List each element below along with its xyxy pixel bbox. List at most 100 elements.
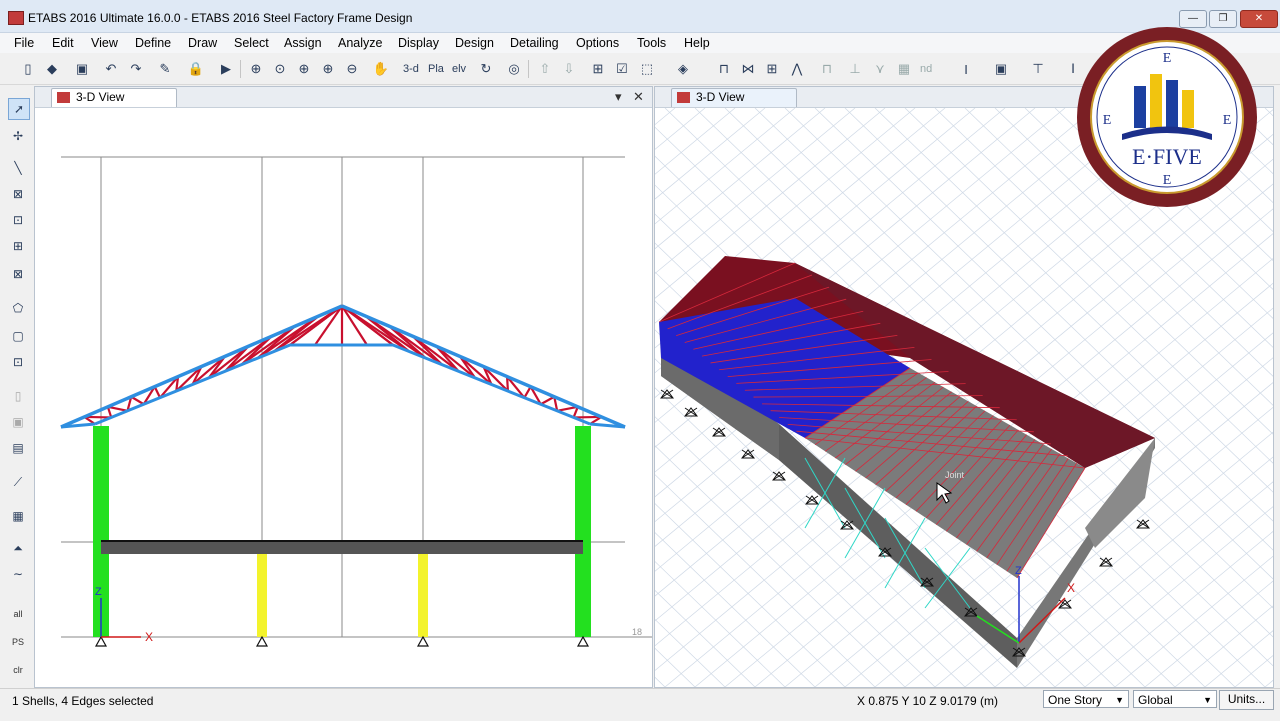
draw-area-icon[interactable]: ⊡ — [8, 352, 28, 372]
extrude-icon[interactable]: ◈ — [673, 59, 693, 79]
menu-select[interactable]: Select — [234, 36, 269, 50]
draw-grid-beam-icon[interactable]: ⊞ — [8, 236, 28, 256]
support-2 — [255, 635, 269, 647]
draw-brace-icon[interactable]: ⊠ — [8, 264, 28, 284]
pane-dropdown-icon[interactable]: ▾ — [615, 89, 622, 105]
draw-beam-icon[interactable]: ⊠ — [8, 184, 28, 204]
joint-tooltip: Joint — [945, 470, 965, 480]
window-title: ETABS 2016 Ultimate 16.0.0 - ETABS 2016 … — [28, 11, 413, 25]
lock-icon[interactable]: 🔒 — [186, 59, 206, 79]
pin-support-icon — [1099, 557, 1113, 567]
menu-analyze[interactable]: Analyze — [338, 36, 382, 50]
support-icon[interactable]: ⊥ — [845, 59, 865, 79]
deck-icon[interactable]: ▣ — [991, 59, 1011, 79]
pencil-icon[interactable]: ✎ — [155, 59, 175, 79]
tab-left-3d-view[interactable]: 3-D View — [51, 88, 177, 107]
pin-support-icon — [1136, 519, 1150, 529]
zoom-previous-icon[interactable]: ⊙ — [270, 59, 290, 79]
object-shrink-icon[interactable]: ⊞ — [588, 59, 608, 79]
elevation-view-button[interactable]: elv — [452, 59, 466, 79]
menu-design[interactable]: Design — [455, 36, 494, 50]
draw-wave-icon[interactable]: ∼ — [8, 564, 28, 584]
zoom-out-icon[interactable]: ⊖ — [342, 59, 362, 79]
grid-line — [1264, 108, 1273, 117]
menu-define[interactable]: Define — [135, 36, 171, 50]
wall-icon[interactable]: ⊓ — [817, 59, 837, 79]
menu-file[interactable]: File — [14, 36, 34, 50]
pointer-icon[interactable]: ➚ — [8, 98, 30, 120]
interior-column-2 — [418, 554, 428, 637]
view-3d-button[interactable]: 3-d — [403, 59, 419, 79]
new-model-icon[interactable]: ▯ — [18, 59, 38, 79]
menu-assign[interactable]: Assign — [284, 36, 322, 50]
set-display-options-icon[interactable]: ☑ — [612, 59, 632, 79]
clear-selection-button[interactable]: clr — [8, 660, 28, 680]
select-all-button[interactable]: all — [8, 604, 28, 624]
frame-grid-icon[interactable]: ⊞ — [762, 59, 782, 79]
story-select[interactable]: One Story ▼ — [1043, 690, 1129, 708]
draw-link-icon[interactable]: ⟋ — [8, 472, 28, 492]
section-icon[interactable]: I — [956, 59, 976, 79]
draw-column-icon[interactable]: ⊡ — [8, 210, 28, 230]
previous-selection-button[interactable]: PS — [8, 632, 28, 652]
tab-right-3d-view[interactable]: 3-D View — [671, 88, 797, 107]
draw-polygon-icon[interactable]: ⬠ — [8, 298, 28, 318]
elevation-canvas[interactable]: 18 Z X — [35, 108, 652, 687]
brace-icon[interactable]: ⋈ — [738, 59, 758, 79]
selection-status: 1 Shells, 4 Edges selected — [12, 694, 154, 708]
story-select-value: One Story — [1048, 693, 1103, 707]
menu-help[interactable]: Help — [684, 36, 710, 50]
right-column — [575, 426, 591, 637]
pan-icon[interactable]: ✋ — [371, 59, 391, 79]
menu-detailing[interactable]: Detailing — [510, 36, 559, 50]
menu-view[interactable]: View — [91, 36, 118, 50]
shell-icon[interactable]: ▦ — [894, 59, 914, 79]
move-down-icon[interactable]: ⇩ — [559, 59, 579, 79]
frame-icon[interactable]: ⊓ — [714, 59, 734, 79]
draw-wall-stack-icon[interactable]: ▤ — [8, 438, 28, 458]
open-icon[interactable]: ◆ — [42, 59, 62, 79]
etabs-app-icon[interactable] — [8, 11, 24, 25]
move-up-icon[interactable]: ⇧ — [535, 59, 555, 79]
menu-draw[interactable]: Draw — [188, 36, 217, 50]
draw-grid-icon[interactable]: ▦ — [8, 506, 28, 526]
assign-icon[interactable]: ⬚ — [637, 59, 657, 79]
pane-close-icon[interactable]: ✕ — [633, 89, 644, 105]
draw-rectangle-icon[interactable]: ▢ — [8, 326, 28, 346]
menu-options[interactable]: Options — [576, 36, 619, 50]
draw-tendon-icon[interactable]: ⏶ — [8, 538, 28, 558]
draw-opening-icon[interactable]: ▣ — [8, 412, 28, 432]
truss-top-chord-left — [60, 304, 343, 429]
run-analysis-icon[interactable]: ▶ — [216, 59, 236, 79]
pin-support-icon — [805, 495, 819, 505]
menu-display[interactable]: Display — [398, 36, 439, 50]
draw-frame-icon[interactable]: ╲ — [8, 158, 28, 178]
plan-view-button[interactable]: Pla — [428, 59, 444, 79]
steel-beam-icon[interactable]: ⊤ — [1028, 59, 1048, 79]
truss-web-vertical — [540, 395, 555, 406]
logo-letter: E — [1163, 51, 1172, 66]
save-icon[interactable]: ▣ — [72, 59, 92, 79]
link-icon[interactable]: ⋎ — [870, 59, 890, 79]
rotate-3d-icon[interactable]: ↻ — [476, 59, 496, 79]
truss-web-vertical — [556, 405, 579, 412]
coordinate-system-select[interactable]: Global ▼ — [1133, 690, 1217, 708]
units-button[interactable]: Units... — [1219, 690, 1274, 710]
zoom-default-icon[interactable]: ⊕ — [294, 59, 314, 79]
reshape-icon[interactable]: ✢ — [8, 126, 28, 146]
draw-wall-icon[interactable]: ▯ — [8, 386, 28, 406]
menu-tools[interactable]: Tools — [637, 36, 666, 50]
zoom-in-icon[interactable]: ⊕ — [318, 59, 338, 79]
perspective-icon[interactable]: ◎ — [504, 59, 524, 79]
tab-label: 3-D View — [696, 90, 745, 104]
truss-icon[interactable]: ⋀ — [787, 59, 807, 79]
z-axis-label: Z — [1015, 565, 1022, 577]
chevron-down-icon: ▼ — [1115, 695, 1124, 705]
undo-icon[interactable]: ↶ — [101, 59, 121, 79]
zoom-window-icon[interactable]: ⊕ — [246, 59, 266, 79]
left-view-pane[interactable]: 3-D View ▾ ✕ 18 Z X — [34, 86, 653, 688]
redo-icon[interactable]: ↷ — [126, 59, 146, 79]
node-label-button[interactable]: nd — [920, 59, 932, 79]
supports — [94, 635, 590, 647]
menu-edit[interactable]: Edit — [52, 36, 74, 50]
